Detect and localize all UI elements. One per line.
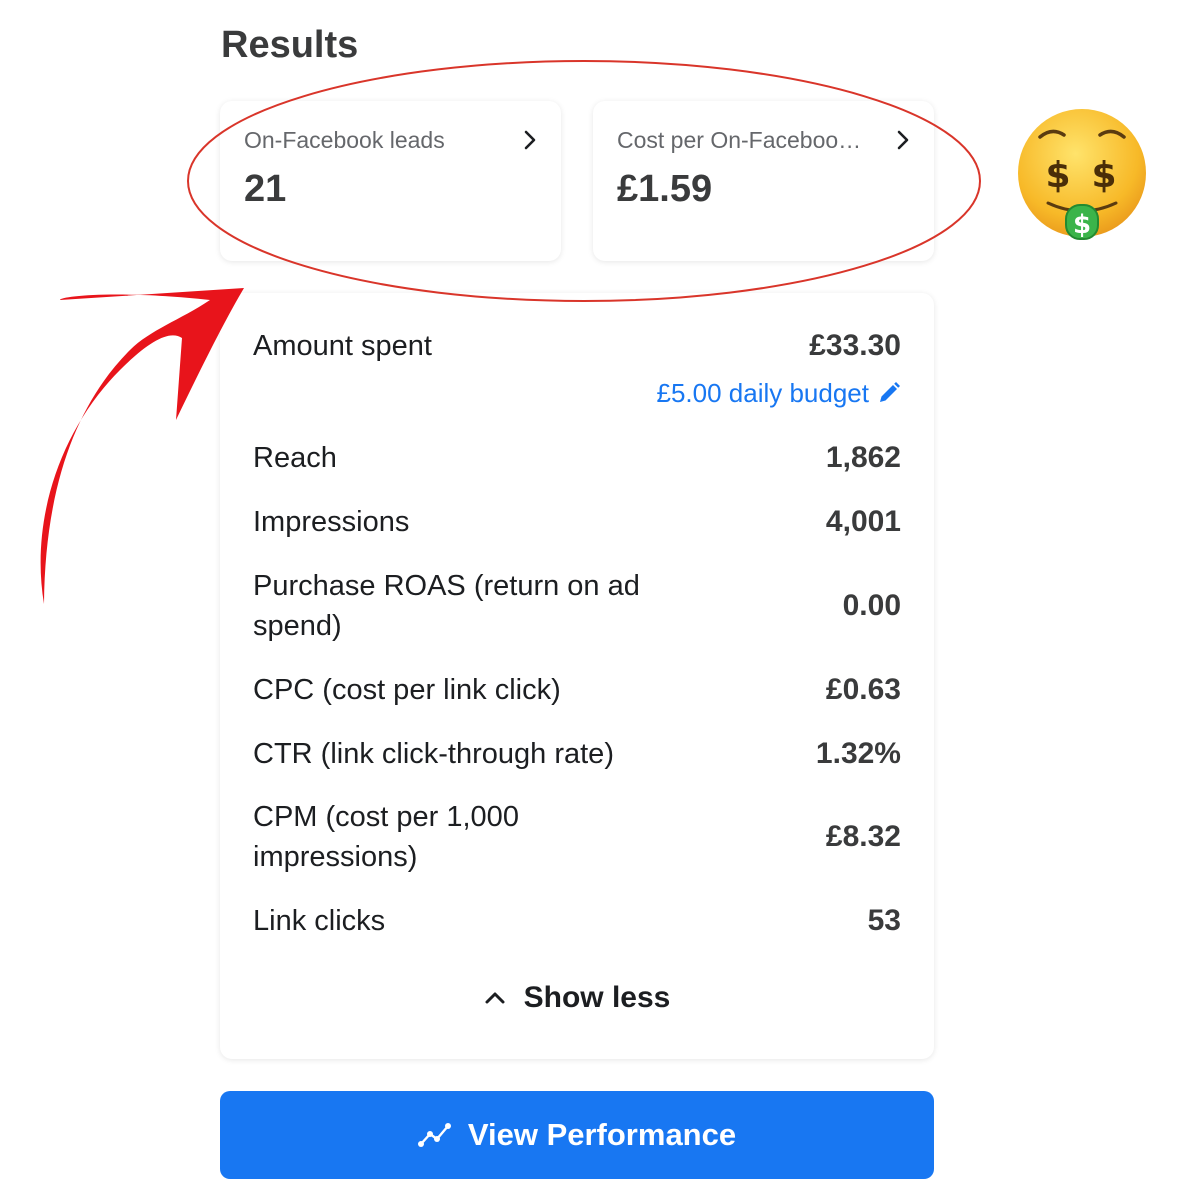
show-less-label: Show less — [523, 981, 671, 1014]
money-mouth-face-emoji: $ $ $ — [1018, 109, 1146, 240]
kpi-value: £1.59 — [617, 168, 713, 210]
svg-text:$: $ — [1073, 210, 1091, 240]
metric-value: £8.32 — [825, 820, 901, 853]
metric-label: Impressions — [253, 506, 410, 538]
metric-label: CPM (cost per 1,000 impressions) — [253, 801, 519, 873]
metric-label: Amount spent — [253, 330, 432, 362]
kpi-card-leads[interactable]: On-Facebook leads 21 — [220, 101, 561, 261]
daily-budget-link[interactable]: £5.00 daily budget — [656, 373, 901, 413]
metric-value: 1,862 — [825, 441, 901, 474]
view-performance-label: View Performance — [467, 1117, 737, 1152]
metric-label: Link clicks — [253, 905, 386, 937]
kpi-card-cost-per-lead[interactable]: Cost per On-Faceboo… £1.59 — [593, 101, 934, 261]
kpi-label: On-Facebook leads — [244, 127, 445, 153]
pencil-icon — [880, 382, 900, 402]
trend-line-icon — [417, 1123, 451, 1147]
daily-budget-label: £5.00 daily budget — [656, 378, 869, 408]
metric-label: Purchase ROAS (return on ad spend) — [253, 570, 640, 642]
metric-value: 4,001 — [825, 505, 901, 538]
metric-label: CPC (cost per link click) — [253, 674, 561, 706]
show-less-button[interactable]: Show less — [220, 981, 934, 1015]
chevron-right-icon — [897, 130, 909, 150]
view-performance-button[interactable]: View Performance — [220, 1091, 934, 1179]
metric-label: Reach — [253, 442, 337, 474]
svg-text:$: $ — [1045, 155, 1070, 196]
metric-value: 0.00 — [842, 589, 901, 622]
metrics-card: Amount spent £33.30 £5.00 daily budget R… — [220, 293, 934, 1059]
highlight-arrow — [40, 288, 244, 604]
results-heading: Results — [221, 24, 359, 66]
metric-value: £33.30 — [809, 329, 901, 362]
metric-label: CTR (link click-through rate) — [253, 738, 614, 770]
svg-text:$: $ — [1091, 155, 1116, 196]
chevron-up-icon — [485, 992, 505, 1004]
metric-value: 53 — [867, 904, 901, 937]
metric-value: £0.63 — [825, 673, 901, 706]
chevron-right-icon — [524, 130, 536, 150]
kpi-label: Cost per On-Faceboo… — [617, 127, 862, 153]
kpi-value: 21 — [244, 168, 287, 210]
metric-value: 1.32% — [815, 737, 901, 770]
